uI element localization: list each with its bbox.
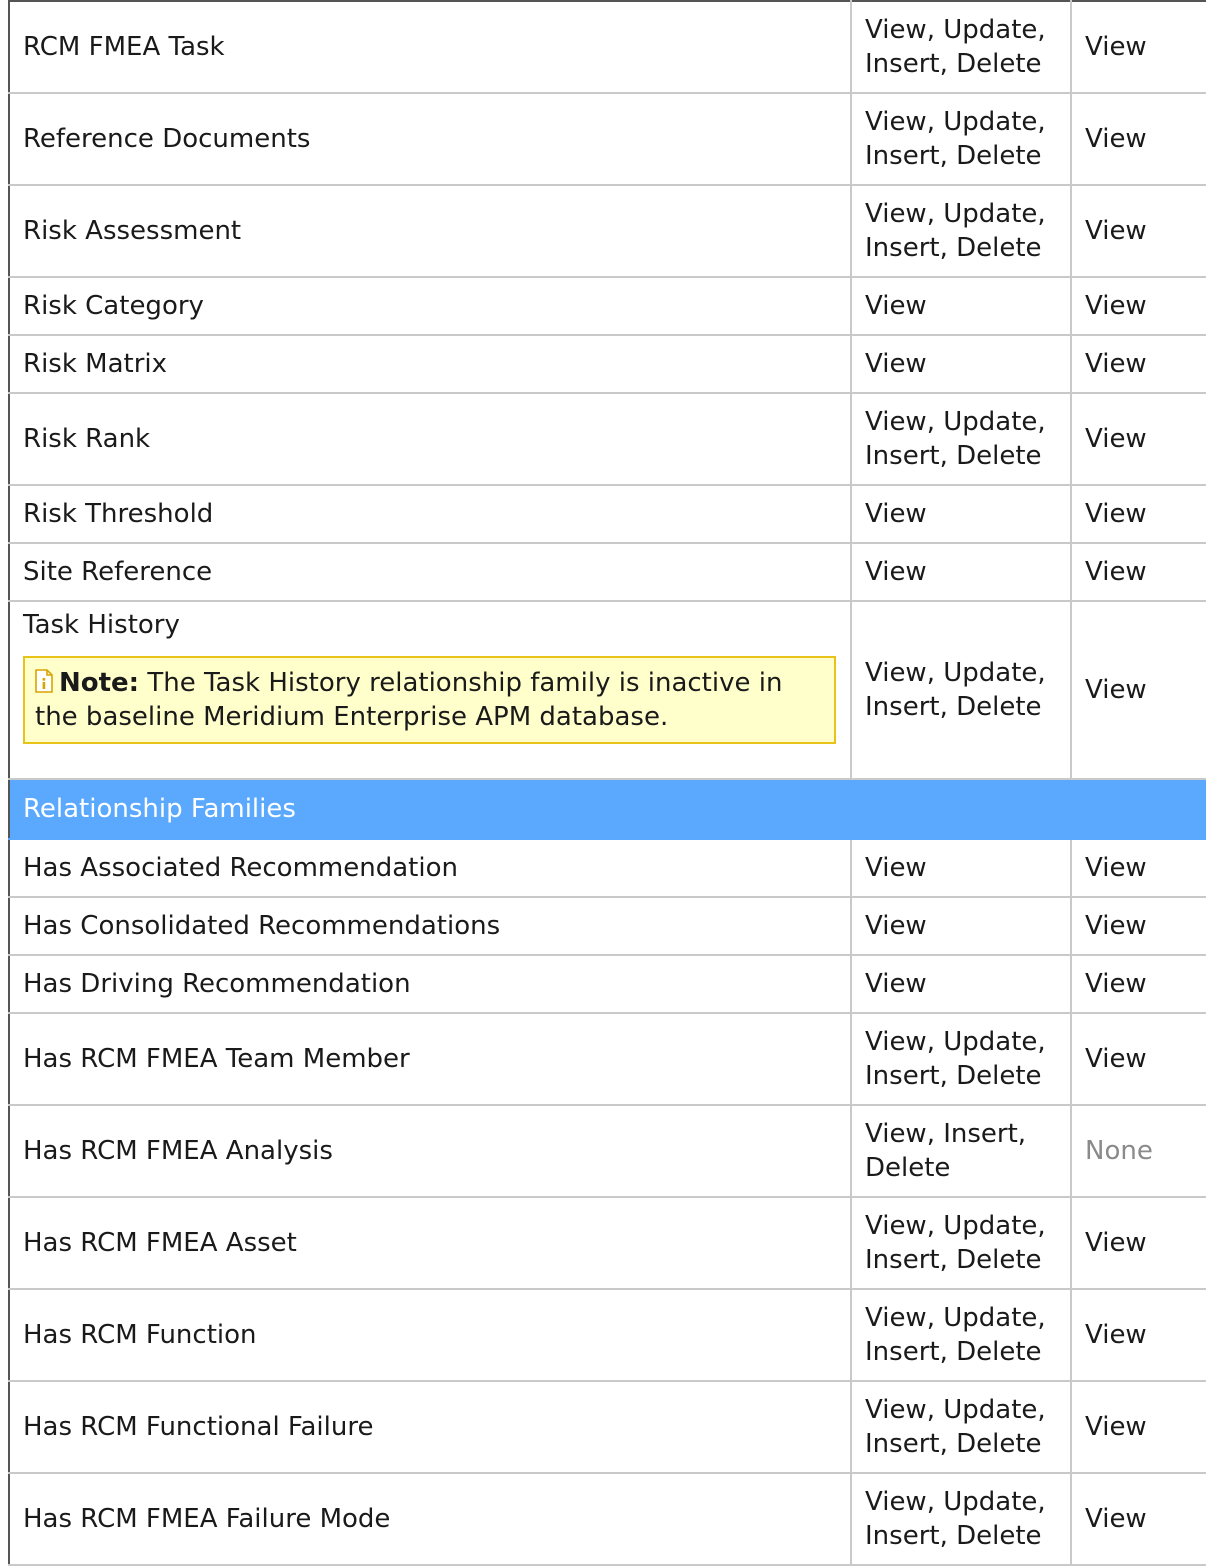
table-row: Has Driving Recommendation View View: [8, 954, 1206, 1014]
family-name: Risk Threshold: [8, 484, 852, 544]
privilege-col2: View: [1070, 1288, 1206, 1382]
privilege-col1: View, Update, Insert, Delete: [850, 1380, 1072, 1474]
family-name: RCM FMEA Task: [8, 0, 852, 94]
note-text: The Task History relationship family is …: [35, 668, 783, 732]
privilege-col2: View: [1070, 276, 1206, 336]
privilege-col2: View: [1070, 1012, 1206, 1106]
privilege-col2: View: [1070, 1472, 1206, 1566]
family-name: Has RCM Functional Failure: [8, 1380, 852, 1474]
privileges-table: RCM FMEA Task View, Update, Insert, Dele…: [8, 0, 1206, 1566]
table-row: Risk Category View View: [8, 276, 1206, 336]
table-row: Has RCM FMEA Failure Mode View, Update, …: [8, 1472, 1206, 1566]
privilege-col1: View, Update, Insert, Delete: [850, 184, 1072, 278]
table-row: Site Reference View View: [8, 542, 1206, 602]
table-row: Has RCM Function View, Update, Insert, D…: [8, 1288, 1206, 1382]
family-name: Risk Rank: [8, 392, 852, 486]
privilege-col2: View: [1070, 838, 1206, 898]
family-name: Site Reference: [8, 542, 852, 602]
note-label: Note:: [59, 668, 140, 698]
privilege-col2: View: [1070, 184, 1206, 278]
privilege-col1: View, Update, Insert, Delete: [850, 600, 1072, 780]
privilege-col2: View: [1070, 600, 1206, 780]
privilege-col1: View, Update, Insert, Delete: [850, 92, 1072, 186]
privilege-col2: View: [1070, 542, 1206, 602]
family-name: Task History: [23, 610, 180, 640]
privilege-col1: View: [850, 838, 1072, 898]
privilege-col1: View: [850, 334, 1072, 394]
privilege-col1: View, Update, Insert, Delete: [850, 392, 1072, 486]
privilege-col1: View, Update, Insert, Delete: [850, 1472, 1072, 1566]
family-name: Has RCM Function: [8, 1288, 852, 1382]
table-row: Risk Assessment View, Update, Insert, De…: [8, 184, 1206, 278]
privilege-col2: View: [1070, 954, 1206, 1014]
privilege-col1: View: [850, 484, 1072, 544]
table-row: Risk Threshold View View: [8, 484, 1206, 544]
family-name: Risk Assessment: [8, 184, 852, 278]
table-row: Has RCM Functional Failure View, Update,…: [8, 1380, 1206, 1474]
privilege-col1: View: [850, 276, 1072, 336]
info-note-icon: [35, 669, 53, 693]
privilege-col2: None: [1070, 1104, 1206, 1198]
privilege-col1: View, Insert, Delete: [850, 1104, 1072, 1198]
table-row: Has RCM FMEA Asset View, Update, Insert,…: [8, 1196, 1206, 1290]
table-row: Has Associated Recommendation View View: [8, 838, 1206, 898]
table-row: Reference Documents View, Update, Insert…: [8, 92, 1206, 186]
privilege-col2: View: [1070, 92, 1206, 186]
family-name: Has RCM FMEA Analysis: [8, 1104, 852, 1198]
section-header-row: Relationship Families: [8, 778, 1206, 840]
table-row: Has RCM FMEA Team Member View, Update, I…: [8, 1012, 1206, 1106]
table-row: Task History Note: The Task History rela…: [8, 600, 1206, 780]
table-row: Has Consolidated Recommendations View Vi…: [8, 896, 1206, 956]
privilege-col2: View: [1070, 334, 1206, 394]
family-name: Reference Documents: [8, 92, 852, 186]
privilege-col2: View: [1070, 896, 1206, 956]
privilege-col1: View: [850, 896, 1072, 956]
table-row: Risk Rank View, Update, Insert, Delete V…: [8, 392, 1206, 486]
note-box: Note: The Task History relationship fami…: [23, 656, 836, 744]
privilege-col1: View, Update, Insert, Delete: [850, 0, 1072, 94]
privilege-col1: View, Update, Insert, Delete: [850, 1196, 1072, 1290]
privilege-col1: View: [850, 542, 1072, 602]
privilege-col2: View: [1070, 484, 1206, 544]
family-name: Risk Matrix: [8, 334, 852, 394]
family-name-with-note: Task History Note: The Task History rela…: [8, 600, 852, 780]
table-row: RCM FMEA Task View, Update, Insert, Dele…: [8, 0, 1206, 94]
family-name: Risk Category: [8, 276, 852, 336]
privilege-col1: View, Update, Insert, Delete: [850, 1012, 1072, 1106]
family-name: Has Driving Recommendation: [8, 954, 852, 1014]
family-name: Has RCM FMEA Failure Mode: [8, 1472, 852, 1566]
family-name: Has Associated Recommendation: [8, 838, 852, 898]
family-name: Has Consolidated Recommendations: [8, 896, 852, 956]
privilege-col1: View, Update, Insert, Delete: [850, 1288, 1072, 1382]
family-name: Has RCM FMEA Team Member: [8, 1012, 852, 1106]
section-header: Relationship Families: [8, 778, 1206, 840]
table-row: Has RCM FMEA Analysis View, Insert, Dele…: [8, 1104, 1206, 1198]
privilege-col2: View: [1070, 392, 1206, 486]
family-name: Has RCM FMEA Asset: [8, 1196, 852, 1290]
table-row: Risk Matrix View View: [8, 334, 1206, 394]
privilege-col2: View: [1070, 0, 1206, 94]
privilege-col2: View: [1070, 1380, 1206, 1474]
privilege-col2: View: [1070, 1196, 1206, 1290]
privilege-col1: View: [850, 954, 1072, 1014]
